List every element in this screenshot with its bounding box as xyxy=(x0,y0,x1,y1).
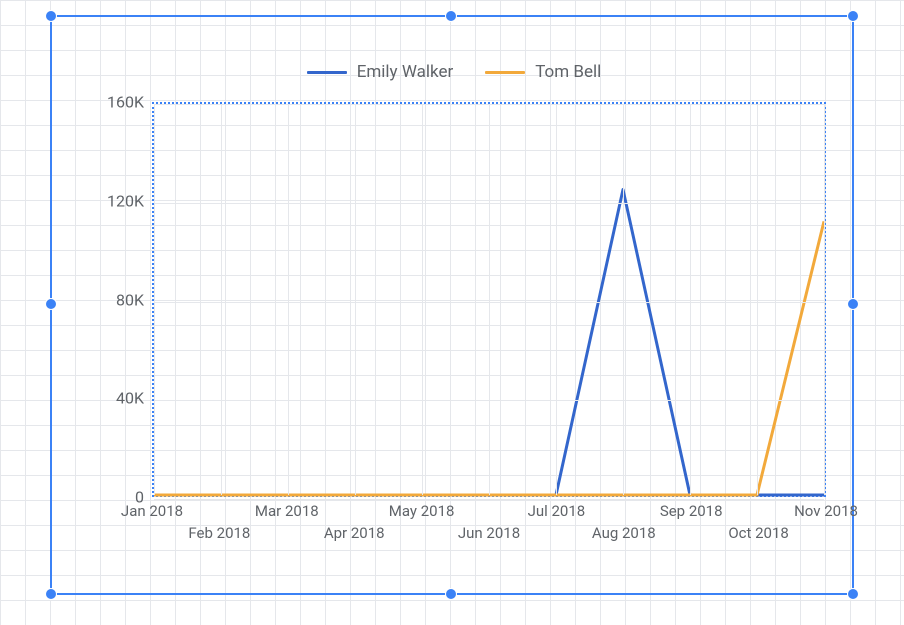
gridline-v xyxy=(556,104,557,495)
legend-swatch-1 xyxy=(485,71,525,74)
x-tick-label: Apr 2018 xyxy=(324,524,385,542)
x-tick-label: Oct 2018 xyxy=(728,524,789,542)
legend-item-0: Emily Walker xyxy=(307,62,454,82)
legend-swatch-0 xyxy=(307,71,347,74)
x-tick-label: Sep 2018 xyxy=(660,502,723,520)
x-axis-labels: Jan 2018Feb 2018Mar 2018Apr 2018May 2018… xyxy=(152,502,826,552)
y-tick-label: 160K xyxy=(99,93,144,112)
resize-handle-top-left[interactable] xyxy=(45,10,57,22)
gridline-v xyxy=(690,104,691,495)
legend-item-1: Tom Bell xyxy=(485,62,601,82)
legend-label-1: Tom Bell xyxy=(535,62,601,82)
y-tick-label: 120K xyxy=(99,191,144,210)
resize-handle-bot-mid[interactable] xyxy=(445,588,457,600)
resize-handle-bot-right[interactable] xyxy=(847,588,859,600)
gridline-v xyxy=(288,104,289,495)
gridline-v xyxy=(221,104,222,495)
plot-wrap: Jan 2018Feb 2018Mar 2018Apr 2018May 2018… xyxy=(122,97,826,537)
gridline-v xyxy=(422,104,423,495)
chart-selection-frame[interactable]: Emily Walker Tom Bell Jan 2018Feb 2018Ma… xyxy=(50,15,854,595)
x-tick-label: Nov 2018 xyxy=(794,502,858,520)
gridline-v xyxy=(623,104,624,495)
chart-container[interactable]: Emily Walker Tom Bell Jan 2018Feb 2018Ma… xyxy=(62,27,846,587)
y-tick-label: 0 xyxy=(99,488,144,507)
resize-handle-top-right[interactable] xyxy=(847,10,859,22)
plot-area xyxy=(152,102,826,497)
gridline-v xyxy=(154,104,155,495)
y-tick-label: 80K xyxy=(99,290,144,309)
resize-handle-top-mid[interactable] xyxy=(445,10,457,22)
gridline-v xyxy=(489,104,490,495)
resize-handle-mid-right[interactable] xyxy=(847,298,859,310)
gridline-v xyxy=(757,104,758,495)
gridline-v xyxy=(355,104,356,495)
x-tick-label: Feb 2018 xyxy=(188,524,250,542)
x-tick-label: Jul 2018 xyxy=(528,502,586,520)
x-tick-label: Mar 2018 xyxy=(255,502,319,520)
gridline-v xyxy=(824,104,825,495)
chart-legend: Emily Walker Tom Bell xyxy=(62,27,846,97)
legend-label-0: Emily Walker xyxy=(357,62,454,82)
resize-handle-bot-left[interactable] xyxy=(45,588,57,600)
x-tick-label: May 2018 xyxy=(389,502,455,520)
gridline-h xyxy=(154,499,824,500)
y-tick-label: 40K xyxy=(99,389,144,408)
resize-handle-mid-left[interactable] xyxy=(45,298,57,310)
x-tick-label: Aug 2018 xyxy=(592,524,656,542)
x-tick-label: Jun 2018 xyxy=(458,524,520,542)
